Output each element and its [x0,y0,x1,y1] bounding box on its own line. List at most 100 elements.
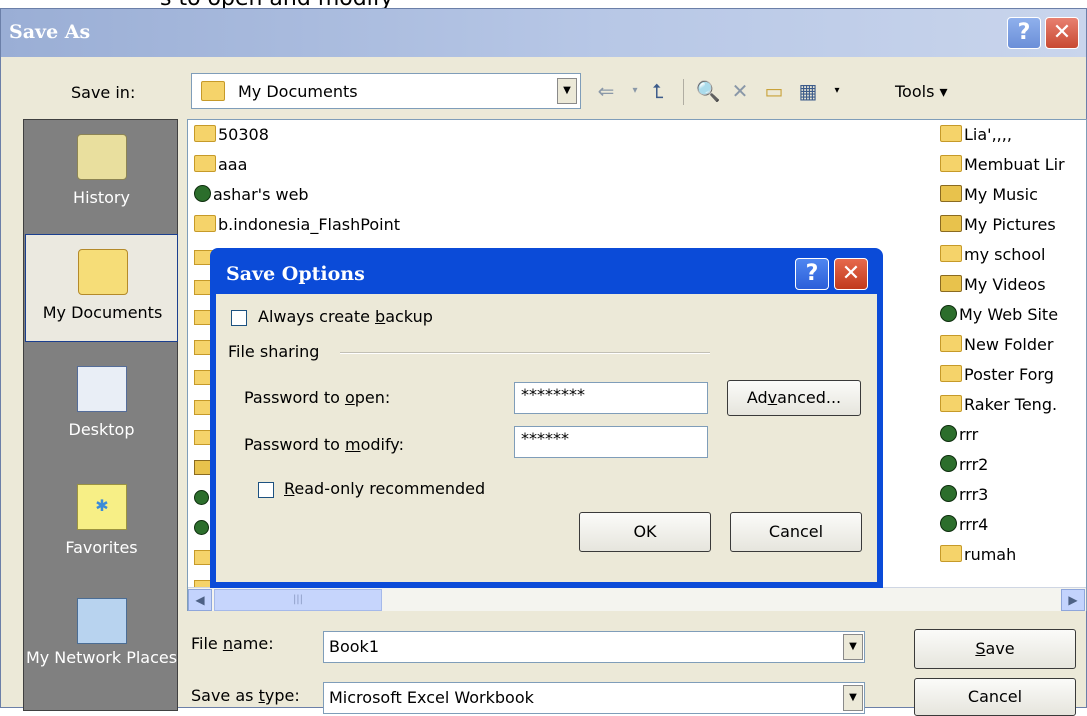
folder-icon [940,365,962,382]
ok-button[interactable]: OK [579,512,711,552]
file-item[interactable]: My Music [940,182,1038,208]
save-as-type-label: Save as type: [191,686,300,705]
views-icon[interactable]: ▦ [795,77,821,105]
close-icon: ✕ [1052,20,1072,45]
password-to-open-input[interactable]: ******** [514,382,708,414]
web-page-icon [940,485,957,502]
folder-icon [194,125,216,142]
help-button[interactable]: ? [1007,17,1041,49]
file-name: rrr [959,425,979,444]
close-button[interactable]: ✕ [1045,17,1079,49]
file-item[interactable]: 50308 [194,122,269,148]
videos-folder-icon [940,275,962,292]
file-name-input[interactable] [323,631,865,663]
place-label: My Network Places [25,648,178,667]
file-item[interactable]: Membuat Lir [940,152,1065,178]
title-bar[interactable]: Save As ? ✕ [1,9,1086,57]
scroll-right-icon[interactable]: ▶ [1061,589,1085,611]
file-name: ashar's web [213,185,309,204]
web-page-icon [940,515,957,532]
file-name: My Web Site [959,305,1059,324]
file-item[interactable]: Raker Teng. [940,392,1057,418]
desktop-icon [77,366,127,412]
file-item[interactable]: Lia',,,, [940,122,1012,148]
place-history[interactable]: History [25,120,178,228]
views-dropdown-icon[interactable]: ▾ [824,77,850,105]
pictures-folder-icon [940,215,962,232]
file-name: Poster Forg [964,365,1054,384]
file-item[interactable]: My Videos [940,272,1046,298]
search-web-icon[interactable]: 🔍 [695,77,721,105]
always-create-backup-checkbox[interactable] [231,310,247,326]
chevron-down-icon[interactable]: ▼ [843,634,863,660]
web-page-icon [940,455,957,472]
file-item[interactable]: aaa [194,152,247,178]
password-to-modify-label: Password to modify: [244,435,404,454]
place-label: My Documents [42,303,163,322]
toolbar-divider [683,79,684,105]
cancel-button[interactable]: Cancel [730,512,862,552]
up-one-level-icon[interactable]: ⮤ [645,77,671,105]
place-desktop[interactable]: Desktop [25,352,178,460]
file-name: My Music [964,185,1038,204]
scroll-thumb[interactable]: ||| [214,589,382,611]
file-name: Membuat Lir [964,155,1065,174]
place-label: Desktop [68,420,135,439]
file-name: My Pictures [964,215,1056,234]
file-item[interactable]: rrr [940,422,978,448]
file-item[interactable]: rrr2 [940,452,988,478]
place-label: History [73,188,130,207]
dialog-title: Save As [9,21,91,43]
file-item[interactable]: My Web Site [940,302,1058,328]
scroll-left-icon[interactable]: ◀ [188,589,212,611]
save-as-type-value: Microsoft Excel Workbook [329,688,534,707]
save-button[interactable]: Save [914,629,1076,669]
file-name: New Folder [964,335,1054,354]
file-name: rumah [964,545,1017,564]
file-name: 50308 [218,125,269,144]
file-item[interactable]: rumah [940,542,1016,568]
file-name: Lia',,,, [964,125,1012,144]
help-button[interactable]: ? [795,258,829,290]
file-item[interactable]: rrr3 [940,482,988,508]
file-sharing-group-label: File sharing [228,342,320,361]
file-item[interactable]: b.indonesia_FlashPoint [194,212,400,238]
file-name: rrr3 [959,485,989,504]
file-name: my school [964,245,1046,264]
advanced-button[interactable]: Advanced... [727,380,861,416]
save-in-label: Save in: [71,83,136,102]
help-icon: ? [805,261,819,286]
file-name: b.indonesia_FlashPoint [218,215,400,234]
tools-menu[interactable]: Tools ▾ [895,82,948,101]
file-item[interactable]: ashar's web [194,182,309,208]
read-only-recommended-checkbox[interactable] [258,482,274,498]
password-to-open-label: Password to open: [244,388,391,407]
new-folder-icon[interactable]: ▭ [761,77,787,105]
places-bar: History My Documents Desktop ✱ Favorites… [23,119,178,711]
folder-icon [940,335,962,352]
web-page-icon [194,185,211,202]
file-item[interactable]: rrr4 [940,512,988,538]
web-page-icon [940,305,957,322]
file-item[interactable]: New Folder [940,332,1053,358]
file-name: rrr2 [959,455,989,474]
file-item[interactable]: my school [940,242,1045,268]
chevron-down-icon[interactable]: ▼ [843,685,863,711]
read-only-recommended-label: Read-only recommended [284,479,486,498]
horizontal-scrollbar[interactable]: ◀ ||| ▶ [188,587,1086,611]
file-name-value: Book1 [329,637,379,656]
place-favorites[interactable]: ✱ Favorites [25,470,178,578]
place-my-documents[interactable]: My Documents [25,234,178,342]
file-item[interactable]: Poster Forg [940,362,1054,388]
chevron-down-icon[interactable]: ▼ [557,78,577,104]
delete-icon[interactable]: ✕ [727,77,753,105]
place-network[interactable]: My Network Places [25,584,178,710]
file-item[interactable]: My Pictures [940,212,1056,238]
close-button[interactable]: ✕ [834,258,868,290]
back-icon[interactable]: ⇐ [593,77,619,105]
password-to-modify-input[interactable]: ****** [514,426,708,458]
network-places-icon [77,598,127,644]
cancel-button[interactable]: Cancel [914,678,1076,716]
save-options-dialog: Save Options ? ✕ Always create backup Fi… [210,248,883,588]
save-in-value: My Documents [238,82,358,101]
